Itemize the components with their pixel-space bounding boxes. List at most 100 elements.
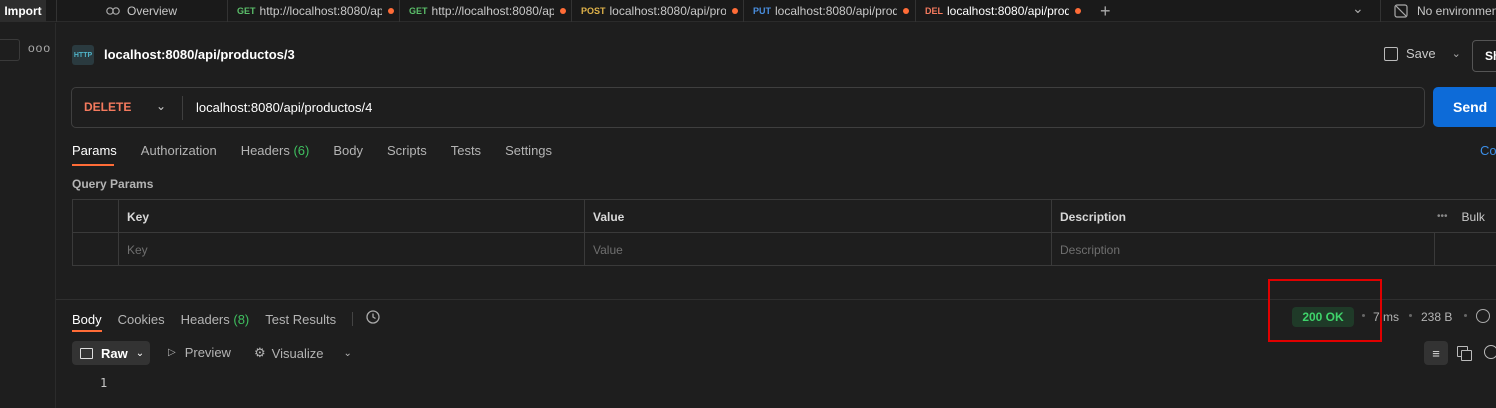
value-input[interactable]: Value — [584, 233, 1051, 266]
tab-response-headers[interactable]: Headers (8) — [181, 312, 250, 327]
visualize-icon: ⚙ — [254, 345, 266, 360]
chevron-down-icon: ⌄ — [135, 347, 145, 359]
tab-test-results[interactable]: Test Results — [265, 312, 336, 327]
url-input[interactable]: localhost:8080/api/productos/4 — [196, 100, 372, 115]
request-title[interactable]: localhost:8080/api/productos/3 — [104, 47, 295, 62]
tab-params[interactable]: Params — [72, 143, 117, 158]
tab-tests[interactable]: Tests — [451, 143, 481, 158]
divider — [182, 96, 183, 120]
key-input[interactable]: Key — [118, 233, 584, 266]
more-options-icon[interactable]: ooo — [28, 41, 51, 55]
sidebar-search-input[interactable] — [0, 39, 20, 61]
unsaved-dot-icon — [903, 8, 909, 14]
headers-count: (6) — [293, 143, 310, 158]
column-header-description: Description — [1051, 200, 1434, 233]
save-label: Save — [1406, 46, 1436, 61]
environment-selector[interactable]: No environment — [1394, 0, 1496, 22]
overview-icon — [106, 5, 120, 17]
chevron-down-icon[interactable]: ⌄ — [1452, 47, 1461, 60]
visualize-button[interactable]: ⚙ Visualize ⌄ — [254, 345, 352, 361]
environment-label: No environment — [1417, 4, 1496, 18]
http-request-icon: HTTP — [72, 45, 94, 65]
tab-response-cookies[interactable]: Cookies — [118, 312, 165, 327]
share-button[interactable]: Sh — [1472, 40, 1496, 72]
send-button[interactable]: Send — [1433, 87, 1496, 127]
wrap-lines-icon[interactable]: ≡ — [1424, 341, 1448, 365]
visualize-label: Visualize — [271, 345, 324, 361]
tab-headers-label: Headers — [240, 143, 290, 158]
more-icon: ••• — [1437, 211, 1448, 222]
tab-scripts[interactable]: Scripts — [387, 143, 427, 158]
new-tab-plus-icon[interactable]: + — [1100, 0, 1111, 22]
table-row: Key Value Description — [73, 233, 1496, 266]
url-bar: DELETE ⌄ localhost:8080/api/productos/4 — [71, 87, 1425, 128]
method-badge: PUT — [753, 6, 771, 16]
tab-overview[interactable]: Overview — [106, 0, 216, 22]
divider — [571, 0, 572, 22]
copy-icon[interactable] — [1457, 346, 1472, 361]
chevron-down-icon[interactable]: ⌄ — [156, 99, 166, 113]
unsaved-dot-icon — [1075, 8, 1081, 14]
method-badge: GET — [237, 6, 256, 16]
tab-request-post[interactable]: POST localhost:8080/api/productos — [581, 0, 739, 22]
unsaved-dot-icon — [731, 8, 738, 14]
method-badge: DEL — [925, 6, 943, 16]
annotation-highlight-box — [1268, 279, 1382, 342]
tab-request-put[interactable]: PUT localhost:8080/api/productos — [753, 0, 913, 22]
no-environment-icon — [1394, 4, 1408, 18]
divider — [56, 0, 57, 22]
history-icon[interactable] — [365, 309, 381, 329]
tab-bar: Import Overview GET http://localhost:808… — [0, 0, 1496, 22]
active-tab-indicator — [72, 164, 114, 166]
tab-request-get-1[interactable]: GET http://localhost:8080/api/productos — [237, 0, 395, 22]
search-icon[interactable] — [1484, 345, 1496, 359]
bulk-edit-button[interactable]: ••• Bulk — [1437, 200, 1485, 233]
response-tabs: Body Cookies Headers (8) Test Results — [72, 309, 381, 329]
active-tab-indicator — [72, 330, 102, 332]
method-badge: GET — [409, 6, 428, 16]
globe-icon[interactable] — [1476, 309, 1490, 323]
preview-label: Preview — [184, 345, 231, 360]
divider — [1380, 0, 1381, 22]
request-tabs: Params Authorization Headers (6) Body Sc… — [72, 143, 576, 158]
chevron-down-icon[interactable]: ⌄ — [343, 348, 351, 359]
tab-label: Overview — [127, 4, 178, 18]
tabs-dropdown-chevron-icon[interactable]: ⌄ — [1352, 0, 1364, 19]
preview-button[interactable]: ▷ Preview — [168, 345, 231, 360]
bulk-edit-label: Bulk — [1461, 209, 1485, 224]
tab-authorization[interactable]: Authorization — [141, 143, 217, 158]
params-table: Key Value Description ••• Bulk Key Value… — [72, 199, 1496, 266]
text-format-icon — [80, 347, 93, 359]
column-header-key: Key — [118, 200, 584, 233]
sidebar: ooo — [0, 23, 56, 408]
tab-label: localhost:8080/api/productos/3 — [947, 4, 1069, 18]
play-icon: ▷ — [168, 347, 176, 358]
column-header-value: Value — [584, 200, 1051, 233]
tab-headers[interactable]: Headers (6) — [241, 143, 310, 158]
tab-headers-label: Headers — [180, 311, 230, 327]
response-size[interactable]: 238 B — [1421, 310, 1452, 324]
divider — [399, 0, 400, 22]
separator-dot — [1464, 314, 1467, 317]
cookies-link[interactable]: Co — [1480, 143, 1496, 158]
raw-format-button[interactable]: Raw ⌄ — [72, 341, 150, 365]
unsaved-dot-icon — [387, 8, 394, 14]
save-button[interactable]: Save ⌄ — [1384, 46, 1461, 61]
method-selector[interactable]: DELETE — [84, 100, 131, 114]
tab-label: localhost:8080/api/productos — [609, 4, 726, 18]
divider — [743, 0, 744, 22]
tab-response-body[interactable]: Body — [72, 312, 102, 327]
table-header-row: Key Value Description ••• Bulk — [73, 200, 1496, 233]
tab-request-get-2[interactable]: GET http://localhost:8080/api/productos — [409, 0, 567, 22]
import-button[interactable]: Import — [0, 0, 46, 22]
query-params-label: Query Params — [72, 177, 154, 191]
description-input[interactable]: Description — [1051, 233, 1434, 266]
row-actions-cell — [1434, 233, 1496, 266]
unsaved-dot-icon — [559, 8, 566, 14]
tab-settings[interactable]: Settings — [505, 143, 552, 158]
tab-body[interactable]: Body — [333, 143, 363, 158]
divider — [352, 312, 354, 326]
tab-request-delete[interactable]: DEL localhost:8080/api/productos/3 — [925, 0, 1081, 22]
tab-label: http://localhost:8080/api/productos — [431, 4, 554, 18]
headers-count: (8) — [233, 311, 250, 327]
